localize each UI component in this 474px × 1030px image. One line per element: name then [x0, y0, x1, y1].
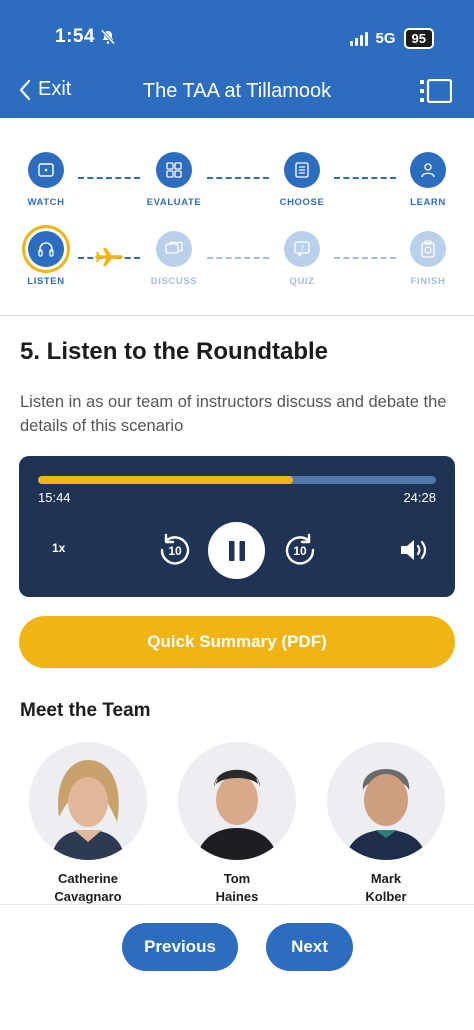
next-button[interactable]: Next	[266, 923, 353, 971]
section-title: 5. Listen to the Roundtable	[20, 338, 329, 365]
team-member: Catherine Cavagnaro	[29, 742, 147, 906]
quick-summary-pdf-button[interactable]: Quick Summary (PDF)	[19, 616, 455, 668]
video-icon	[38, 163, 54, 177]
footer-nav: Previous Next	[0, 904, 474, 1030]
step-label: FINISH	[410, 276, 446, 287]
step-learn[interactable]: LEARN	[388, 152, 468, 208]
skip-forward-button[interactable]: 10	[284, 533, 318, 572]
step-label: LISTEN	[27, 276, 65, 287]
member-name: Mark Kolber	[327, 870, 445, 906]
seek-bar[interactable]	[38, 476, 436, 484]
step-connector	[207, 257, 269, 259]
status-bar: 1:54 5G 95	[0, 26, 474, 52]
question-icon: ?	[294, 241, 310, 257]
grid-icon	[166, 162, 182, 178]
member-name: Tom Haines	[178, 870, 296, 906]
document-icon	[295, 162, 309, 178]
skip-back-button[interactable]: 10	[157, 533, 191, 572]
skip-forward-label: 10	[293, 544, 307, 558]
step-label: DISCUSS	[150, 276, 198, 287]
headphones-icon	[38, 242, 54, 257]
team-heading: Meet the Team	[20, 700, 151, 721]
chat-icon	[165, 241, 183, 254]
step-connector	[207, 177, 269, 179]
progress-stepper: WATCH EVALUATE CHOOSE LEARN LISTEN DISCU…	[0, 118, 474, 316]
step-label: LEARN	[410, 197, 446, 208]
member-first-name: Tom	[223, 871, 251, 886]
airplane-icon	[95, 248, 123, 266]
step-quiz[interactable]: ? QUIZ	[262, 231, 342, 287]
member-first-name: Mark	[370, 871, 402, 886]
previous-button[interactable]: Previous	[122, 923, 238, 971]
audio-player: 15:44 24:28 1x 10 10	[19, 456, 455, 597]
step-label: QUIZ	[289, 276, 315, 287]
silent-bell-icon	[100, 29, 116, 45]
step-connector	[334, 177, 396, 179]
team-member: Tom Haines	[178, 742, 296, 906]
clock: 1:54	[55, 26, 96, 47]
volume-button[interactable]	[399, 538, 431, 567]
section-description: Listen in as our team of instructors dis…	[20, 393, 447, 435]
step-watch[interactable]: WATCH	[6, 152, 86, 208]
avatar	[327, 742, 445, 860]
total-time: 24:28	[403, 490, 436, 505]
member-name: Catherine Cavagnaro	[29, 870, 147, 906]
status-time: 1:54	[55, 26, 116, 48]
step-label: EVALUATE	[146, 197, 202, 208]
step-finish[interactable]: FINISH	[388, 231, 468, 287]
step-discuss[interactable]: DISCUSS	[134, 231, 214, 287]
playback-speed-button[interactable]: 1x	[52, 541, 65, 555]
app-header: 1:54 5G 95 Exit The TAA at Tillamook	[0, 0, 474, 118]
step-choose[interactable]: CHOOSE	[262, 152, 342, 208]
network-label: 5G	[375, 30, 396, 47]
step-label: CHOOSE	[279, 197, 325, 208]
list-menu-icon[interactable]	[420, 79, 452, 103]
page-title: The TAA at Tillamook	[142, 80, 332, 102]
step-connector	[78, 177, 140, 179]
pause-button[interactable]	[208, 522, 265, 579]
speaker-icon	[401, 540, 427, 560]
forward-10-icon: 10	[285, 533, 315, 565]
step-label: WATCH	[27, 197, 65, 208]
svg-text:?: ?	[300, 244, 304, 253]
signal-icon	[349, 31, 368, 46]
member-first-name: Catherine	[58, 871, 118, 886]
step-evaluate[interactable]: EVALUATE	[134, 152, 214, 208]
rewind-10-icon: 10	[160, 533, 190, 565]
elapsed-time: 15:44	[38, 490, 71, 505]
avatar	[29, 742, 147, 860]
skip-back-label: 10	[168, 544, 182, 558]
badge-icon	[421, 240, 435, 258]
step-connector	[334, 257, 396, 259]
battery-icon: 95	[403, 28, 434, 49]
person-icon	[421, 163, 435, 178]
avatar	[178, 742, 296, 860]
team-member: Mark Kolber	[327, 742, 445, 906]
step-listen[interactable]: LISTEN	[6, 231, 86, 287]
seek-progress	[38, 476, 293, 484]
pause-icon	[228, 540, 245, 561]
